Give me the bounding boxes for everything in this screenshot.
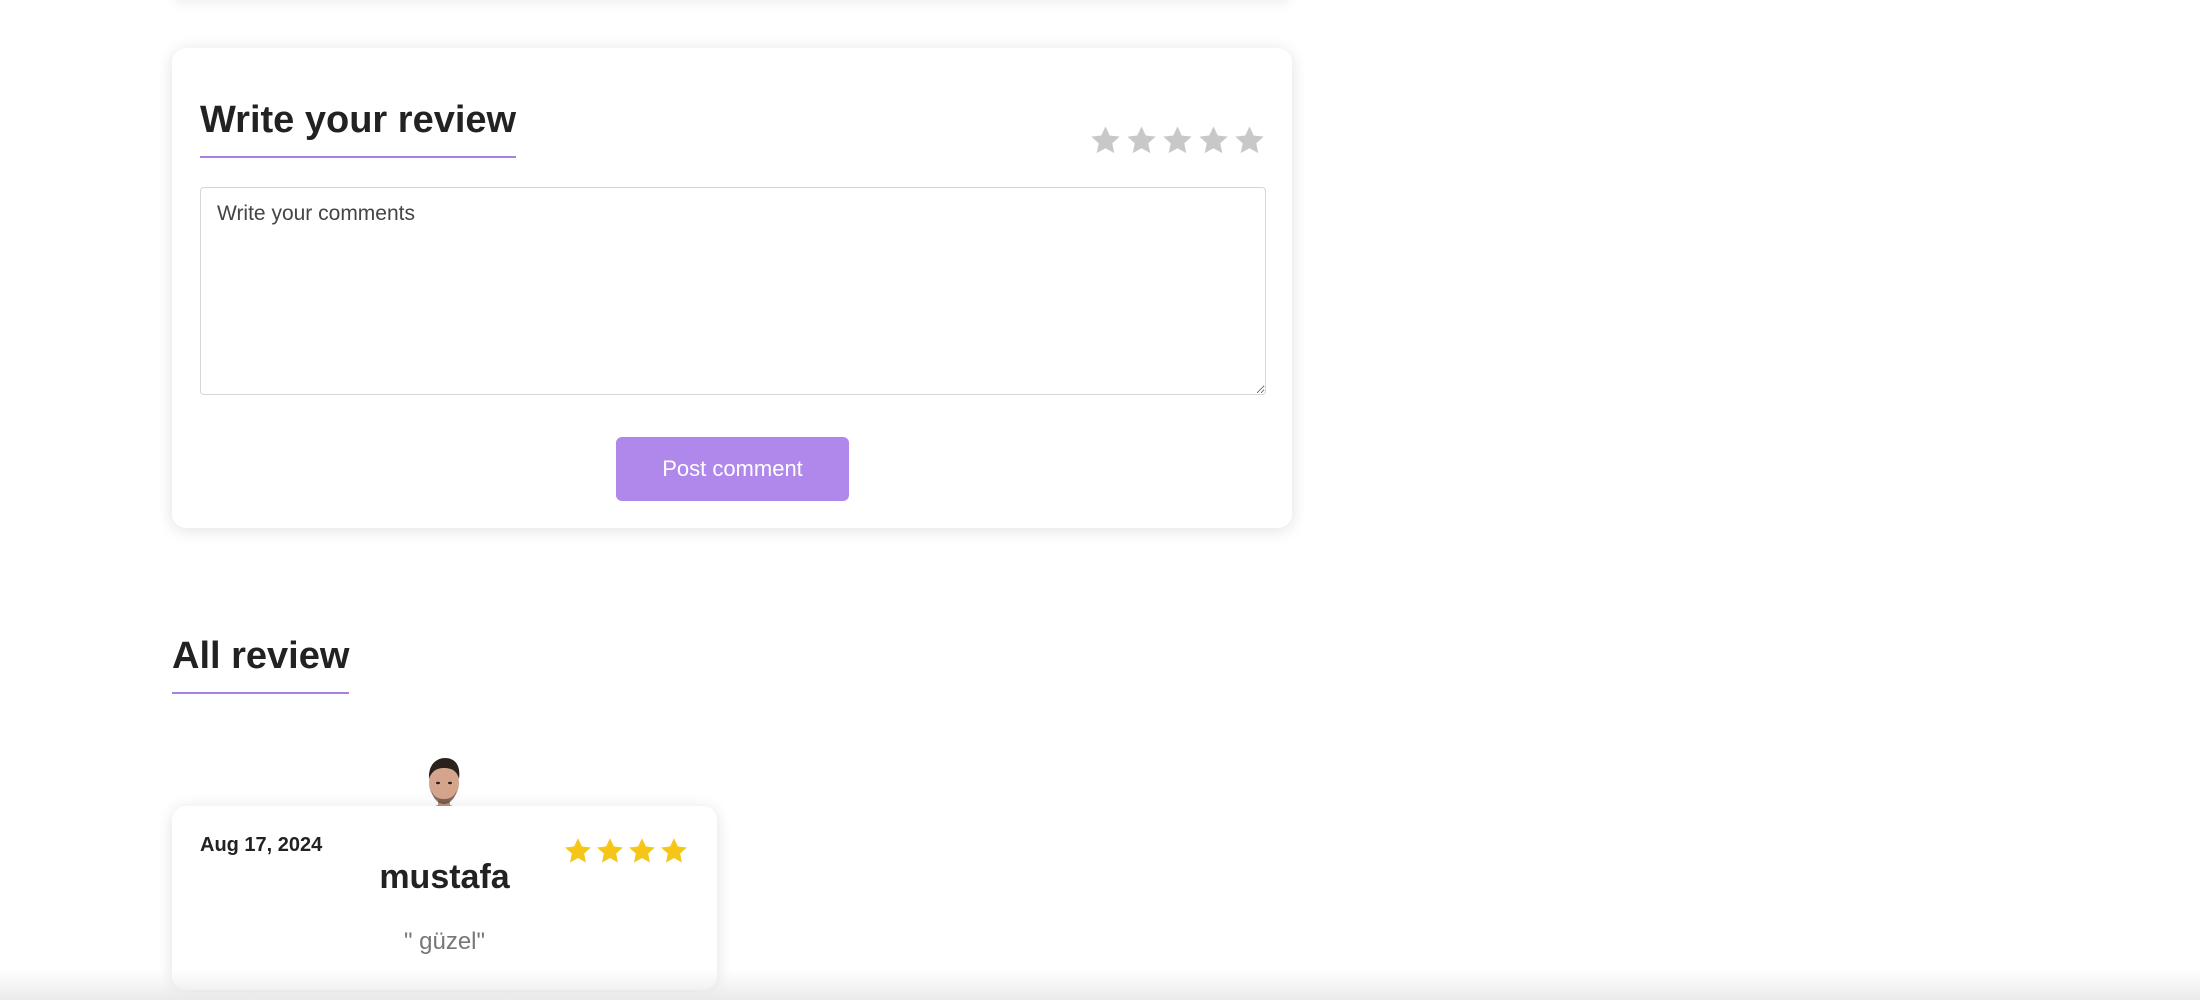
all-reviews-title: All review — [172, 635, 350, 694]
post-comment-button[interactable]: Post comment — [616, 437, 849, 501]
rating-star-1-icon[interactable] — [1089, 124, 1122, 157]
reviewer-name: mustafa — [379, 858, 510, 896]
bottom-fade — [0, 970, 2200, 1000]
rating-star-5-icon[interactable] — [1233, 124, 1266, 157]
review-card: Aug 17, 2024 mustafa " güzel" — [172, 806, 717, 990]
write-review-form: Write your review Post comment — [172, 48, 1292, 528]
review-date: Aug 17, 2024 — [200, 834, 323, 856]
rating-star-4-icon[interactable] — [1197, 124, 1230, 157]
review-text: " güzel" — [403, 928, 486, 955]
comment-textarea[interactable] — [200, 187, 1266, 395]
rating-star-3-icon[interactable] — [1161, 124, 1194, 157]
rating-star-2-icon[interactable] — [1125, 124, 1158, 157]
write-review-title: Write your review — [200, 99, 517, 158]
rating-input[interactable] — [1089, 124, 1266, 157]
